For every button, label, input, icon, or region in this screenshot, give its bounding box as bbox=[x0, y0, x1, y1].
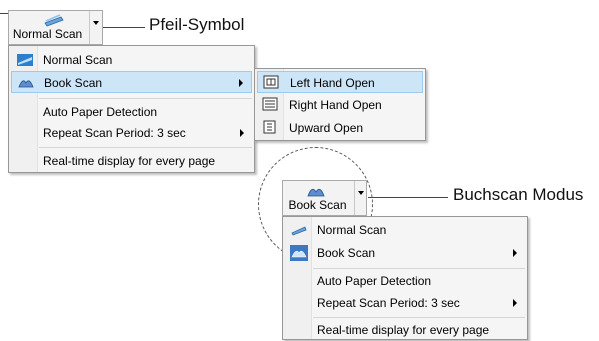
scan-dropdown-arrow[interactable] bbox=[354, 181, 368, 215]
scan-button-label: Normal Scan bbox=[12, 27, 83, 41]
book-scan-split-button[interactable]: Book Scan bbox=[282, 180, 367, 216]
scan-mode-menu-book: Normal Scan Book Scan Auto Paper Detecti… bbox=[282, 216, 528, 340]
scan-dropdown-arrow[interactable] bbox=[89, 11, 104, 44]
submenu-arrow-icon bbox=[240, 129, 244, 137]
menu-separator bbox=[39, 147, 252, 148]
right-hand-open-icon bbox=[262, 97, 278, 114]
submenu-arrow-icon bbox=[513, 249, 517, 257]
menu-item-auto-paper-detection[interactable]: Auto Paper Detection bbox=[11, 101, 252, 123]
menu-item-auto-paper-detection[interactable]: Auto Paper Detection bbox=[285, 270, 525, 292]
submenu-arrow-icon bbox=[513, 299, 517, 307]
menu-separator bbox=[39, 98, 252, 99]
submenu-item-right-hand-open[interactable]: Right Hand Open bbox=[257, 94, 423, 116]
callout-arrow-symbol: Pfeil-Symbol bbox=[149, 15, 245, 34]
upward-open-icon bbox=[262, 120, 278, 137]
menu-item-repeat-scan-period[interactable]: Repeat Scan Period: 3 sec bbox=[285, 292, 525, 314]
book-scan-icon bbox=[17, 75, 35, 94]
scan-button-label: Book Scan bbox=[288, 198, 347, 212]
menu-item-real-time-display[interactable]: Real-time display for every page bbox=[11, 150, 252, 172]
submenu-item-left-hand-open[interactable]: Left Hand Open bbox=[257, 71, 423, 93]
menu-item-normal-scan[interactable]: Normal Scan bbox=[11, 49, 252, 71]
left-hand-open-icon bbox=[263, 75, 279, 92]
callout-book-scan-mode: Buchscan Modus bbox=[453, 185, 584, 204]
menu-item-book-scan[interactable]: Book Scan bbox=[285, 242, 525, 264]
normal-scan-split-button[interactable]: Normal Scan bbox=[8, 10, 103, 45]
submenu-arrow-icon bbox=[239, 79, 243, 87]
menu-item-normal-scan[interactable]: Normal Scan bbox=[285, 219, 525, 241]
menu-item-book-scan[interactable]: Book Scan bbox=[11, 71, 252, 93]
book-scan-icon bbox=[290, 245, 308, 261]
book-scan-submenu: Left Hand Open Right Hand Open Upward Op… bbox=[254, 68, 426, 141]
menu-separator bbox=[313, 317, 525, 318]
normal-scan-icon bbox=[290, 222, 308, 241]
chevron-down-icon bbox=[93, 21, 99, 25]
menu-item-repeat-scan-period[interactable]: Repeat Scan Period: 3 sec bbox=[11, 122, 252, 144]
chevron-down-icon bbox=[358, 191, 364, 195]
menu-item-real-time-display[interactable]: Real-time display for every page bbox=[285, 319, 525, 341]
pointer-line-book-mode bbox=[368, 197, 448, 198]
normal-scan-icon bbox=[16, 52, 34, 71]
pointer-line-arrow bbox=[103, 27, 145, 28]
scan-mode-menu: Normal Scan Book Scan Auto Paper Detecti… bbox=[8, 45, 255, 173]
menu-separator bbox=[313, 268, 525, 269]
submenu-item-upward-open[interactable]: Upward Open bbox=[257, 117, 423, 139]
